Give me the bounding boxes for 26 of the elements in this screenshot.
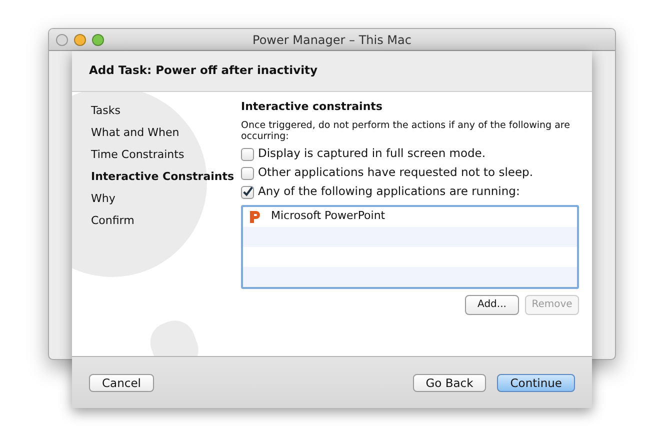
sidebar-step[interactable]: Interactive Constraints xyxy=(91,169,234,185)
description-text: Once triggered, do not perform the actions if any of the following are occurring: xyxy=(241,120,571,142)
sidebar-step[interactable]: What and When xyxy=(91,125,180,141)
sidebar-step[interactable]: Tasks xyxy=(91,103,120,119)
sheet-title: Add Task: Power off after inactivity xyxy=(72,51,592,92)
footer-button[interactable]: Go Back xyxy=(412,374,486,392)
checkbox[interactable] xyxy=(241,186,254,198)
checkbox-label: Display is captured in full screen mode. xyxy=(258,145,486,162)
zoom-button[interactable] xyxy=(92,34,104,46)
footer-button[interactable]: Cancel xyxy=(89,374,154,392)
checkbox-label: Other applications have requested not to sleep. xyxy=(258,164,533,182)
list-item-text[interactable]: Microsoft PowerPoint xyxy=(271,208,386,225)
checkbox-label: Any of the following applications are running: xyxy=(258,183,520,200)
checkbox[interactable] xyxy=(241,148,254,160)
close-button[interactable] xyxy=(56,34,68,46)
sidebar-step[interactable]: Confirm xyxy=(91,213,134,229)
sidebar-step[interactable]: Time Constraints xyxy=(91,147,184,163)
footer-button[interactable]: Continue xyxy=(497,374,575,392)
checkbox[interactable] xyxy=(241,166,254,180)
section-title: Interactive constraints xyxy=(241,99,384,115)
application-list[interactable]: Microsoft PowerPoint xyxy=(241,204,579,288)
minimize-button[interactable] xyxy=(74,34,86,46)
add-button[interactable]: Add... xyxy=(465,294,519,314)
app-icon xyxy=(249,210,261,224)
sidebar-step[interactable]: Why xyxy=(91,191,116,207)
window-title: Power Manager – This Mac xyxy=(252,32,412,48)
